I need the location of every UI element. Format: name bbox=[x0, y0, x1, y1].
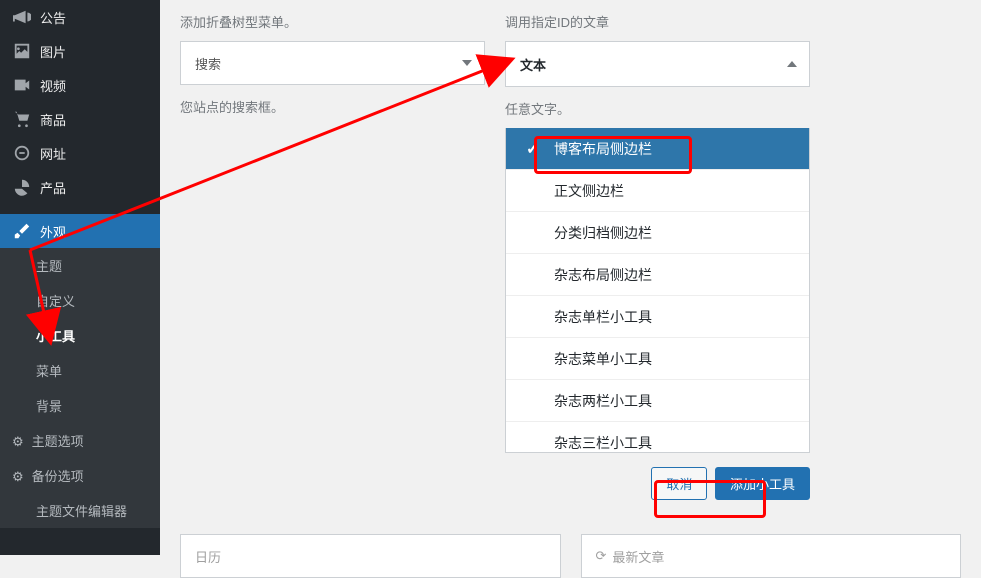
help-text: 任意文字。 bbox=[505, 87, 810, 128]
brush-icon bbox=[12, 221, 32, 241]
submenu-customize[interactable]: 自定义 bbox=[0, 283, 160, 318]
cancel-button[interactable]: 取消 bbox=[651, 467, 707, 500]
bottom-widget-row: 日历 ⟳最新文章 bbox=[180, 514, 961, 578]
widget-label: 日历 bbox=[195, 547, 221, 566]
menu-announce[interactable]: 公告 bbox=[0, 0, 160, 34]
submenu-widgets[interactable]: 小工具 bbox=[0, 318, 160, 353]
submenu-themes[interactable]: 主题 bbox=[0, 248, 160, 283]
add-widget-button[interactable]: 添加小工具 bbox=[715, 467, 810, 500]
widget-title: 文本 bbox=[520, 55, 546, 74]
menu-label: 商品 bbox=[40, 110, 66, 129]
video-icon bbox=[12, 75, 32, 95]
chevron-down-icon bbox=[462, 60, 472, 66]
menu-url[interactable]: 网址 bbox=[0, 136, 160, 170]
main-content: 添加折叠树型菜单。 搜索 您站点的搜索框。 调用指定ID的文章 文本 任意文字。… bbox=[160, 0, 981, 555]
menu-label: 视频 bbox=[40, 76, 66, 95]
area-option-content-sidebar[interactable]: 正文侧边栏 bbox=[506, 170, 809, 212]
submenu-menus[interactable]: 菜单 bbox=[0, 353, 160, 388]
menu-label: 产品 bbox=[40, 178, 66, 197]
area-option-archive-sidebar[interactable]: 分类归档侧边栏 bbox=[506, 212, 809, 254]
product-icon bbox=[12, 177, 32, 197]
menu-label: 外观 bbox=[40, 222, 66, 241]
area-option-magazine-menu[interactable]: 杂志菜单小工具 bbox=[506, 338, 809, 380]
text-widget-panel: 文本 bbox=[505, 41, 810, 87]
calendar-widget[interactable]: 日历 bbox=[180, 534, 561, 578]
menu-label: 公告 bbox=[40, 8, 66, 27]
menu-label: 网址 bbox=[40, 144, 66, 163]
dialog-actions: 取消 添加小工具 bbox=[505, 453, 810, 514]
sidebar-area-list[interactable]: 博客布局侧边栏 正文侧边栏 分类归档侧边栏 杂志布局侧边栏 杂志单栏小工具 杂志… bbox=[505, 128, 810, 453]
menu-products[interactable]: 商品 bbox=[0, 102, 160, 136]
widget-column-left: 添加折叠树型菜单。 搜索 您站点的搜索框。 bbox=[180, 0, 485, 126]
recent-posts-widget[interactable]: ⟳最新文章 bbox=[581, 534, 962, 578]
image-icon bbox=[12, 41, 32, 61]
area-option-magazine-single[interactable]: 杂志单栏小工具 bbox=[506, 296, 809, 338]
text-widget-header[interactable]: 文本 bbox=[506, 42, 809, 86]
help-text: 您站点的搜索框。 bbox=[180, 85, 485, 126]
chevron-up-icon bbox=[787, 61, 797, 67]
submenu-background[interactable]: 背景 bbox=[0, 388, 160, 423]
dropdown-label: 搜索 bbox=[195, 54, 221, 73]
cart-icon bbox=[12, 109, 32, 129]
appearance-submenu: 主题 自定义 小工具 菜单 背景 ⚙主题选项 ⚙备份选项 主题文件编辑器 bbox=[0, 248, 160, 528]
widget-label: 最新文章 bbox=[612, 547, 664, 566]
admin-sidebar: 公告 图片 视频 商品 网址 产品 外观 主题 自定义 小工具 菜单 背景 ⚙主… bbox=[0, 0, 160, 555]
submenu-backup-options[interactable]: ⚙备份选项 bbox=[0, 458, 160, 493]
megaphone-icon bbox=[12, 7, 32, 27]
menu-images[interactable]: 图片 bbox=[0, 34, 160, 68]
search-widget-dropdown[interactable]: 搜索 bbox=[180, 41, 485, 85]
menu-appearance[interactable]: 外观 bbox=[0, 214, 160, 248]
menu-product[interactable]: 产品 bbox=[0, 170, 160, 204]
area-option-magazine-sidebar[interactable]: 杂志布局侧边栏 bbox=[506, 254, 809, 296]
submenu-theme-options[interactable]: ⚙主题选项 bbox=[0, 423, 160, 458]
help-text: 添加折叠树型菜单。 bbox=[180, 0, 485, 41]
menu-video[interactable]: 视频 bbox=[0, 68, 160, 102]
menu-label: 图片 bbox=[40, 42, 66, 61]
help-text: 调用指定ID的文章 bbox=[505, 0, 810, 41]
link-icon bbox=[12, 143, 32, 163]
area-option-magazine-three[interactable]: 杂志三栏小工具 bbox=[506, 422, 809, 453]
area-option-magazine-two[interactable]: 杂志两栏小工具 bbox=[506, 380, 809, 422]
submenu-theme-editor[interactable]: 主题文件编辑器 bbox=[0, 493, 160, 528]
widget-column-right: 调用指定ID的文章 文本 任意文字。 博客布局侧边栏 正文侧边栏 分类归档侧边栏… bbox=[505, 0, 810, 514]
area-option-blog-sidebar[interactable]: 博客布局侧边栏 bbox=[506, 128, 809, 170]
